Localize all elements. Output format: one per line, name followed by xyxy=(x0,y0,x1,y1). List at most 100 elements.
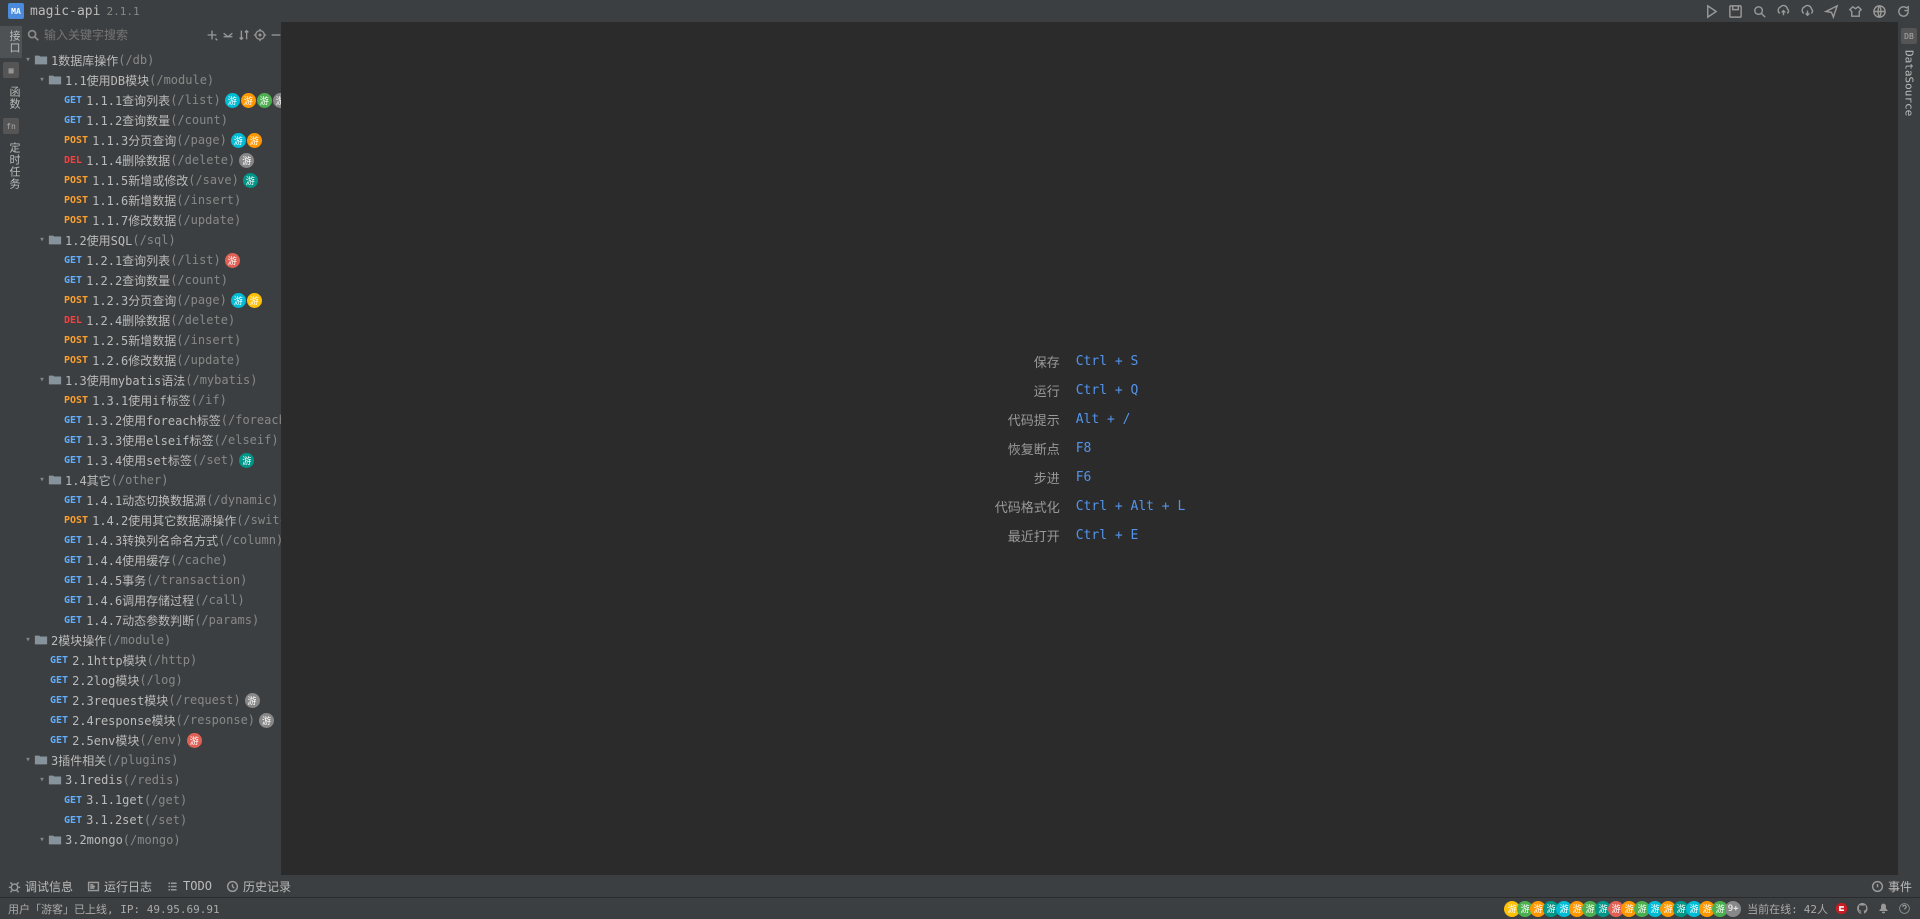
tree-api-item[interactable]: POST1.3.1使用if标签(/if) xyxy=(22,390,281,410)
tree-api-item[interactable]: GET1.4.3转换列名命名方式(/column) xyxy=(22,530,281,550)
tree-label: 1.2.6修改数据 xyxy=(92,352,176,369)
tree-api-item[interactable]: GET1.1.2查询数量(/count) xyxy=(22,110,281,130)
user-badges: 游 xyxy=(259,713,274,728)
tree-api-item[interactable]: DEL1.2.4删除数据(/delete) xyxy=(22,310,281,330)
rail-function[interactable]: 函数 xyxy=(0,82,22,114)
tree-path: (/foreach) xyxy=(221,413,281,427)
tree-path: (/env) xyxy=(139,733,182,747)
bottom-debug[interactable]: 调试信息 xyxy=(8,878,73,895)
tree-label: 3插件相关 xyxy=(51,752,106,769)
search-input[interactable] xyxy=(40,26,203,44)
tree-folder[interactable]: ▾2模块操作(/module) xyxy=(22,630,281,650)
bottom-log[interactable]: 运行日志 xyxy=(87,878,152,895)
tree-folder[interactable]: ▾1.3使用mybatis语法(/mybatis) xyxy=(22,370,281,390)
tree-api-item[interactable]: GET3.1.1get(/get) xyxy=(22,790,281,810)
rail-api[interactable]: 接口 xyxy=(0,26,22,58)
tree-path: (/call) xyxy=(194,593,245,607)
http-method: GET xyxy=(50,655,68,666)
tree-path: (/cache) xyxy=(170,553,228,567)
tree-api-item[interactable]: GET2.2log模块(/log) xyxy=(22,670,281,690)
rail-icon-1[interactable]: ▦ xyxy=(3,62,19,78)
tree-api-item[interactable]: GET1.4.6调用存储过程(/call) xyxy=(22,590,281,610)
user-badge: 游 xyxy=(257,93,272,108)
tree-path: (/if) xyxy=(191,393,227,407)
tree-api-item[interactable]: GET1.4.5事务(/transaction) xyxy=(22,570,281,590)
http-method: GET xyxy=(64,455,82,466)
collapse-icon[interactable] xyxy=(221,26,235,44)
tree-folder[interactable]: ▾1数据库操作(/db) xyxy=(22,50,281,70)
download-icon[interactable] xyxy=(1798,2,1816,20)
user-badges: 游游游游 xyxy=(225,93,281,108)
tree-api-item[interactable]: GET3.1.2set(/set) xyxy=(22,810,281,830)
folder-icon xyxy=(34,634,48,646)
run-icon[interactable] xyxy=(1702,2,1720,20)
locate-icon[interactable] xyxy=(253,26,267,44)
tree-api-item[interactable]: GET1.3.3使用elseif标签(/elseif) xyxy=(22,430,281,450)
rail-task[interactable]: 定时任务 xyxy=(0,138,22,194)
bottom-history[interactable]: 历史记录 xyxy=(226,878,291,895)
tree-api-item[interactable]: POST1.2.6修改数据(/update) xyxy=(22,350,281,370)
tree-api-item[interactable]: GET2.5env模块(/env)游 xyxy=(22,730,281,750)
tree-folder[interactable]: ▾3.1redis(/redis) xyxy=(22,770,281,790)
tree-path: (/http) xyxy=(147,653,198,667)
tree-api-item[interactable]: GET2.1http模块(/http) xyxy=(22,650,281,670)
save-icon[interactable] xyxy=(1726,2,1744,20)
tree-api-item[interactable]: GET1.1.1查询列表(/list)游游游游 xyxy=(22,90,281,110)
tree-api-item[interactable]: POST1.2.3分页查询(/page)游游 xyxy=(22,290,281,310)
tree-api-item[interactable]: POST1.1.5新增或修改(/save)游 xyxy=(22,170,281,190)
reload-icon[interactable] xyxy=(1894,2,1912,20)
tree-api-item[interactable]: GET1.4.1动态切换数据源(/dynamic) xyxy=(22,490,281,510)
shortcut-label: 运行 xyxy=(995,381,1060,400)
tree-label: 1.1.1查询列表 xyxy=(86,92,170,109)
rail-datasource[interactable]: DataSource xyxy=(1903,46,1916,120)
chevron-icon: ▾ xyxy=(22,55,34,65)
user-badge: 游 xyxy=(231,133,246,148)
github-icon[interactable] xyxy=(1855,901,1870,916)
api-tree[interactable]: ▾1数据库操作(/db)▾1.1使用DB模块(/module)GET1.1.1查… xyxy=(22,48,281,875)
tree-api-item[interactable]: DEL1.1.4删除数据(/delete)游 xyxy=(22,150,281,170)
help-icon[interactable] xyxy=(1897,901,1912,916)
skin-icon[interactable] xyxy=(1846,2,1864,20)
tree-api-item[interactable]: GET1.3.2使用foreach标签(/foreach) xyxy=(22,410,281,430)
tree-label: 1.3.3使用elseif标签 xyxy=(86,432,213,449)
bottom-event[interactable]: 事件 xyxy=(1871,878,1912,895)
rail-icon-2[interactable]: fn xyxy=(3,118,19,134)
tree-api-item[interactable]: GET1.3.4使用set标签(/set)游 xyxy=(22,450,281,470)
user-badge: 游 xyxy=(243,173,258,188)
tree-api-item[interactable]: POST1.4.2使用其它数据源操作(/switch) xyxy=(22,510,281,530)
notification-icon[interactable] xyxy=(1876,901,1891,916)
tree-api-item[interactable]: GET2.3request模块(/request)游 xyxy=(22,690,281,710)
tree-api-item[interactable]: GET1.4.7动态参数判断(/params) xyxy=(22,610,281,630)
tree-folder[interactable]: ▾3.2mongo(/mongo) xyxy=(22,830,281,850)
minimize-icon[interactable] xyxy=(269,26,283,44)
tree-api-item[interactable]: POST1.1.7修改数据(/update) xyxy=(22,210,281,230)
search-icon[interactable] xyxy=(1750,2,1768,20)
tree-api-item[interactable]: GET1.2.2查询数量(/count) xyxy=(22,270,281,290)
sort-icon[interactable] xyxy=(237,26,251,44)
gitee-icon[interactable] xyxy=(1834,901,1849,916)
tree-api-item[interactable]: POST1.2.5新增数据(/insert) xyxy=(22,330,281,350)
tree-folder[interactable]: ▾3插件相关(/plugins) xyxy=(22,750,281,770)
datasource-icon[interactable]: DB xyxy=(1901,28,1917,44)
app-version: 2.1.1 xyxy=(106,5,139,18)
tree-api-item[interactable]: GET1.4.4使用缓存(/cache) xyxy=(22,550,281,570)
add-icon[interactable] xyxy=(205,26,219,44)
tree-api-item[interactable]: GET1.2.1查询列表(/list)游 xyxy=(22,250,281,270)
tree-api-item[interactable]: GET2.4response模块(/response)游 xyxy=(22,710,281,730)
tree-folder[interactable]: ▾1.1使用DB模块(/module) xyxy=(22,70,281,90)
send-icon[interactable] xyxy=(1822,2,1840,20)
tree-api-item[interactable]: POST1.1.3分页查询(/page)游游 xyxy=(22,130,281,150)
shortcut-key: Ctrl + S xyxy=(1076,354,1186,369)
upload-icon[interactable] xyxy=(1774,2,1792,20)
tree-api-item[interactable]: POST1.1.6新增数据(/insert) xyxy=(22,190,281,210)
globe-icon[interactable] xyxy=(1870,2,1888,20)
user-badges: 游游 xyxy=(231,133,262,148)
chevron-icon: ▾ xyxy=(22,635,34,645)
http-method: POST xyxy=(64,355,88,366)
http-method: GET xyxy=(64,115,82,126)
tree-label: 1.4.5事务 xyxy=(86,572,146,589)
tree-folder[interactable]: ▾1.4其它(/other) xyxy=(22,470,281,490)
shortcut-key: Ctrl + E xyxy=(1076,528,1186,543)
bottom-todo[interactable]: TODO xyxy=(166,879,212,893)
tree-folder[interactable]: ▾1.2使用SQL(/sql) xyxy=(22,230,281,250)
